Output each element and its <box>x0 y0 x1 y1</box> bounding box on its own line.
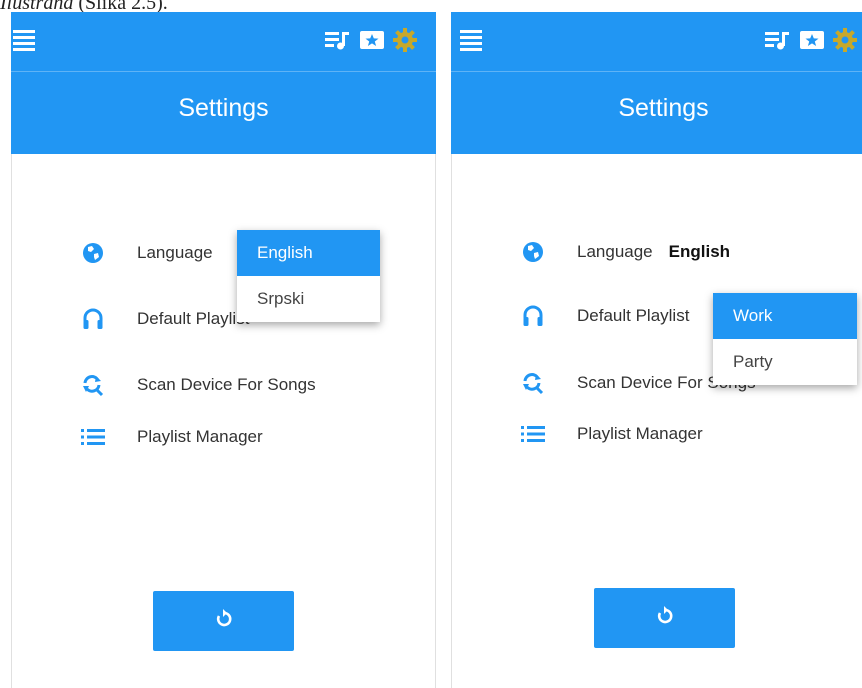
star-card-icon[interactable] <box>798 26 826 54</box>
manager-label: Playlist Manager <box>137 427 263 446</box>
playlist-dropdown: Work Party <box>713 293 857 385</box>
headphones-icon <box>81 307 105 331</box>
setting-language[interactable]: Language English <box>521 237 730 267</box>
setting-playlist-manager[interactable]: Playlist Manager <box>81 422 263 452</box>
setting-default-playlist[interactable]: Default Playlist <box>521 301 689 331</box>
settings-list: Language Default Playlist Scan Device Fo… <box>11 154 436 688</box>
toolbar <box>451 12 862 72</box>
dropdown-option[interactable]: Srpski <box>237 276 380 322</box>
gear-icon[interactable] <box>391 26 419 54</box>
setting-playlist-manager[interactable]: Playlist Manager <box>521 419 703 449</box>
dropdown-option[interactable]: English <box>237 230 380 276</box>
toolbar <box>11 12 436 72</box>
hamburger-icon[interactable] <box>13 30 35 52</box>
manager-label: Playlist Manager <box>577 424 703 443</box>
figure-caption: Ilustrana (Slika 2.5). <box>0 0 168 14</box>
scan-refresh-icon <box>81 373 105 397</box>
dropdown-option[interactable]: Work <box>713 293 857 339</box>
setting-scan-device[interactable]: Scan Device For Songs <box>81 370 316 400</box>
globe-icon <box>521 240 545 264</box>
page-title: Settings <box>618 94 709 122</box>
settings-screen-right: Settings Language English Default Playli… <box>451 12 862 688</box>
headphones-icon <box>521 304 545 328</box>
default-playlist-label: Default Playlist <box>577 306 690 325</box>
setting-language[interactable]: Language <box>81 238 213 268</box>
language-value: English <box>668 242 731 261</box>
gear-icon[interactable] <box>831 26 859 54</box>
language-label: Language <box>137 243 213 262</box>
app-bar: Settings <box>451 12 862 154</box>
reset-icon <box>213 608 235 635</box>
playlist-icon[interactable] <box>323 26 351 54</box>
globe-icon <box>81 241 105 265</box>
reset-button[interactable] <box>594 588 735 648</box>
scan-refresh-icon <box>521 371 545 395</box>
settings-screen-left: Settings Language Default Playlist Scan … <box>11 12 436 688</box>
hamburger-icon[interactable] <box>460 30 482 52</box>
dropdown-option[interactable]: Party <box>713 339 857 385</box>
scan-label: Scan Device For Songs <box>137 375 316 394</box>
settings-list: Language English Default Playlist Scan D… <box>451 154 862 688</box>
setting-default-playlist[interactable]: Default Playlist <box>81 304 249 334</box>
language-dropdown: English Srpski <box>237 230 380 322</box>
page-title: Settings <box>178 94 269 122</box>
playlist-icon[interactable] <box>763 26 791 54</box>
language-label: Language <box>577 242 653 261</box>
app-bar: Settings <box>11 12 436 154</box>
list-icon <box>81 425 105 449</box>
list-icon <box>521 422 545 446</box>
reset-button[interactable] <box>153 591 294 651</box>
star-card-icon[interactable] <box>358 26 386 54</box>
reset-icon <box>654 605 676 632</box>
default-playlist-label: Default Playlist <box>137 309 250 328</box>
